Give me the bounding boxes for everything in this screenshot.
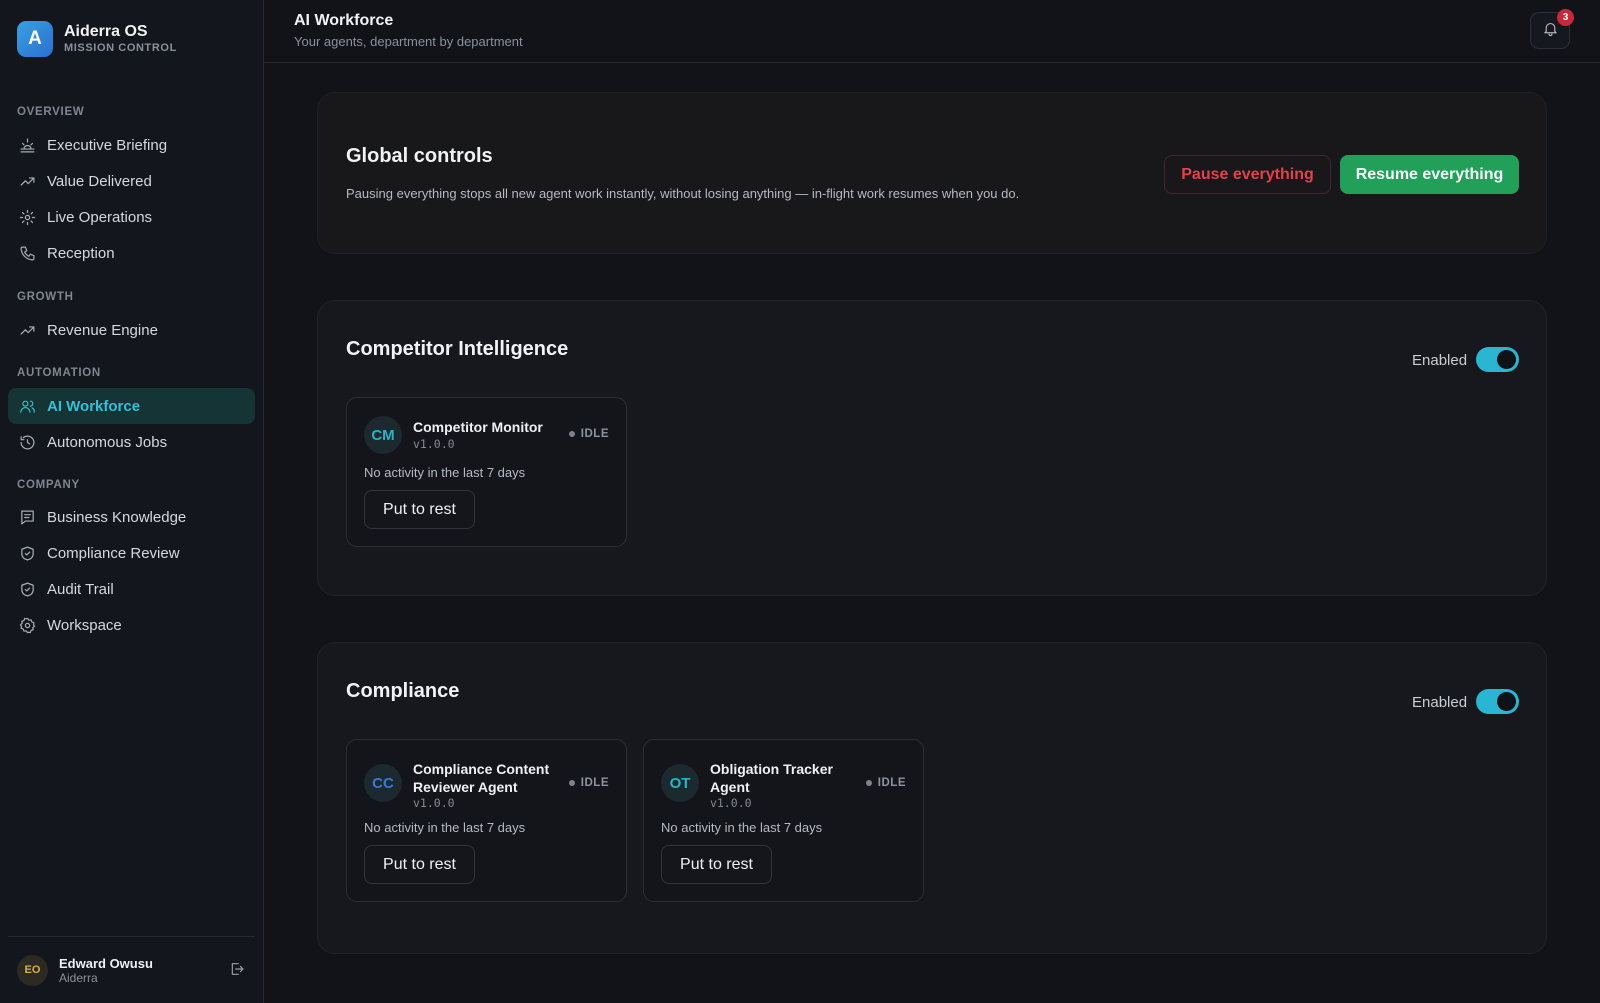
sidebar-item-business-knowledge[interactable]: Business Knowledge — [8, 499, 255, 535]
agent-version: v1.0.0 — [413, 796, 455, 810]
section-automation: AUTOMATION — [17, 367, 101, 379]
sidebar-item-workspace[interactable]: Workspace — [8, 607, 255, 643]
section-growth: GROWTH — [17, 291, 74, 303]
agent-avatar: OT — [661, 764, 699, 802]
sidebar-item-live-operations[interactable]: Live Operations — [8, 199, 255, 235]
sidebar: A Aiderra OS MISSION CONTROL OVERVIEW Ex… — [0, 0, 264, 1003]
department-toggle-label: Enabled — [1412, 694, 1468, 711]
agent-name: Compliance Content Reviewer Agent — [413, 761, 550, 795]
toggle-knob — [1497, 350, 1516, 369]
agent-avatar: CC — [364, 764, 402, 802]
brand[interactable]: A Aiderra OS MISSION CONTROL — [17, 21, 177, 57]
trend-up-icon — [18, 172, 36, 190]
gear-icon — [18, 616, 36, 634]
toggle-knob — [1497, 692, 1516, 711]
agent-version: v1.0.0 — [710, 796, 752, 810]
resume-everything-button[interactable]: Resume everything — [1340, 155, 1519, 194]
user-name: Edward Owusu — [59, 955, 153, 971]
section-overview: OVERVIEW — [17, 106, 85, 118]
sidebar-item-label: Revenue Engine — [47, 321, 158, 339]
users-icon — [18, 397, 36, 415]
top-header: AI Workforce Your agents, department by … — [264, 0, 1600, 63]
logout-icon[interactable] — [229, 961, 247, 979]
notification-badge: 3 — [1557, 9, 1574, 26]
sunrise-icon — [18, 136, 36, 154]
sidebar-item-label: Compliance Review — [47, 544, 180, 562]
agent-name: Competitor Monitor — [413, 419, 543, 435]
page-title: AI Workforce — [294, 12, 394, 29]
agent-card: OT Obligation Tracker Agent v1.0.0 IDLE … — [643, 739, 924, 902]
agent-status: IDLE — [568, 777, 609, 789]
sidebar-item-label: Live Operations — [47, 208, 153, 226]
activity-sun-icon — [18, 208, 36, 226]
page-subtitle: Your agents, department by department — [294, 34, 523, 49]
brand-subtitle: MISSION CONTROL — [64, 42, 177, 54]
department-toggle-label: Enabled — [1412, 352, 1468, 369]
user-profile[interactable]: EO Edward Owusu Aiderra — [8, 936, 255, 1003]
sidebar-item-executive-briefing[interactable]: Executive Briefing — [8, 127, 255, 163]
department-compliance: Compliance Enabled CC Compliance Content… — [317, 642, 1547, 954]
agent-activity: No activity in the last 7 days — [364, 820, 526, 835]
put-to-rest-button[interactable]: Put to rest — [661, 845, 772, 884]
bell-icon — [1542, 20, 1559, 42]
sidebar-item-value-delivered[interactable]: Value Delivered — [8, 163, 255, 199]
section-company: COMPANY — [17, 479, 80, 491]
agent-version: v1.0.0 — [413, 437, 455, 451]
sidebar-item-reception[interactable]: Reception — [8, 235, 255, 271]
sidebar-item-label: AI Workforce — [47, 397, 141, 415]
notifications-button[interactable]: 3 — [1530, 9, 1574, 49]
sidebar-item-audit-trail[interactable]: Audit Trail — [8, 571, 255, 607]
global-controls-title: Global controls — [346, 145, 493, 167]
sidebar-item-autonomous-jobs[interactable]: Autonomous Jobs — [8, 424, 255, 460]
shield-check-icon — [18, 580, 36, 598]
shield-check-icon — [18, 544, 36, 562]
agent-activity: No activity in the last 7 days — [661, 820, 823, 835]
department-enabled-toggle[interactable] — [1476, 347, 1519, 372]
agent-activity: No activity in the last 7 days — [364, 465, 526, 480]
agent-avatar: CM — [364, 416, 402, 454]
global-controls-panel: Global controls Pausing everything stops… — [317, 92, 1547, 254]
agent-card: CC Compliance Content Reviewer Agent v1.… — [346, 739, 627, 902]
department-competitor-intelligence: Competitor Intelligence Enabled CM Compe… — [317, 300, 1547, 596]
global-controls-description: Pausing everything stops all new agent w… — [346, 186, 1020, 201]
history-icon — [18, 433, 36, 451]
status-text: IDLE — [580, 428, 609, 440]
status-dot — [568, 431, 575, 437]
brand-logo: A — [17, 21, 53, 57]
agent-name: Obligation Tracker Agent — [710, 761, 833, 795]
put-to-rest-button[interactable]: Put to rest — [364, 490, 475, 529]
department-title: Competitor Intelligence — [346, 338, 569, 360]
department-title: Compliance — [346, 680, 460, 702]
sidebar-item-label: Value Delivered — [47, 172, 152, 190]
sidebar-item-label: Audit Trail — [47, 580, 114, 598]
document-icon — [18, 508, 36, 526]
sidebar-item-label: Reception — [47, 244, 115, 262]
sidebar-item-label: Executive Briefing — [47, 136, 168, 154]
status-text: IDLE — [580, 777, 609, 789]
status-text: IDLE — [877, 777, 906, 789]
pause-everything-button[interactable]: Pause everything — [1164, 155, 1331, 194]
agent-card: CM Competitor Monitor v1.0.0 IDLE No act… — [346, 397, 627, 547]
status-dot — [865, 780, 872, 786]
status-dot — [568, 780, 575, 786]
department-enabled-toggle[interactable] — [1476, 689, 1519, 714]
sidebar-item-compliance-review[interactable]: Compliance Review — [8, 535, 255, 571]
user-org: Aiderra — [59, 970, 98, 985]
brand-name: Aiderra OS — [64, 23, 148, 40]
trend-up-icon — [18, 321, 36, 339]
phone-icon — [18, 244, 36, 262]
avatar: EO — [17, 954, 48, 986]
sidebar-item-ai-workforce[interactable]: AI Workforce — [8, 388, 255, 424]
agent-status: IDLE — [568, 428, 609, 440]
sidebar-item-label: Workspace — [47, 616, 122, 634]
agent-status: IDLE — [865, 777, 906, 789]
sidebar-item-label: Business Knowledge — [47, 508, 187, 526]
put-to-rest-button[interactable]: Put to rest — [364, 845, 475, 884]
sidebar-item-label: Autonomous Jobs — [47, 433, 168, 451]
sidebar-item-revenue-engine[interactable]: Revenue Engine — [8, 312, 255, 348]
